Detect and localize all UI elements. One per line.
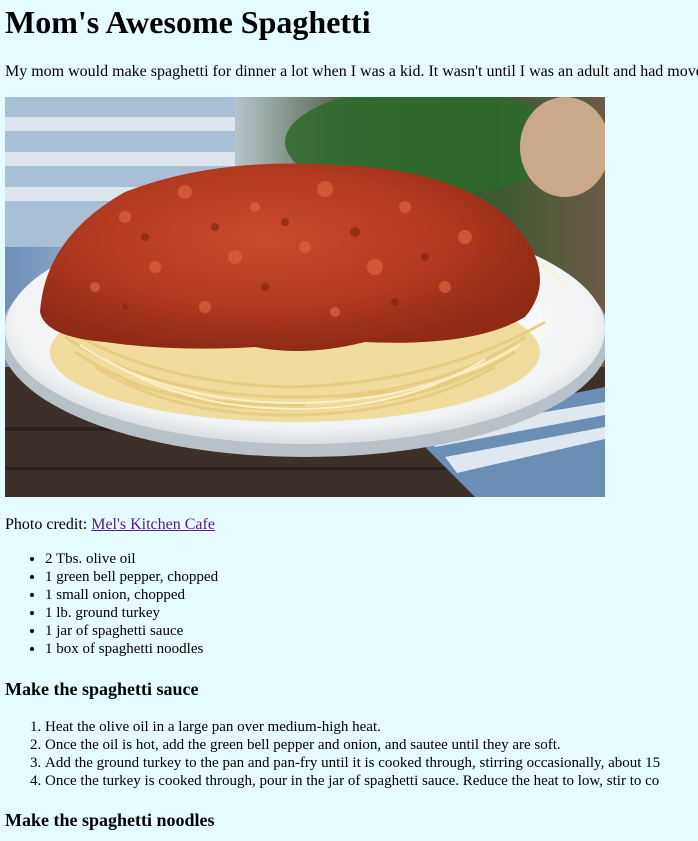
sauce-step: Once the oil is hot, add the green bell … [45, 736, 698, 754]
page-title: Mom's Awesome Spaghetti [5, 4, 371, 40]
sauce-heading: Make the spaghetti sauce [5, 679, 199, 699]
ingredient-item: 1 lb. ground turkey [45, 604, 218, 622]
sauce-step: Heat the olive oil in a large pan over m… [45, 718, 698, 736]
noodles-heading: Make the spaghetti noodles [5, 810, 215, 830]
ingredient-item: 1 small onion, chopped [45, 586, 218, 604]
photo-credit: Photo credit: Mel's Kitchen Cafe [5, 516, 215, 534]
sauce-steps-list: Heat the olive oil in a large pan over m… [5, 718, 698, 790]
ingredient-item: 1 green bell pepper, chopped [45, 568, 218, 586]
sauce-step: Add the ground turkey to the pan and pan… [45, 754, 698, 772]
photo-credit-link[interactable]: Mel's Kitchen Cafe [91, 516, 215, 533]
ingredient-item: 2 Tbs. olive oil [45, 550, 218, 568]
intro-paragraph: My mom would make spaghetti for dinner a… [5, 63, 698, 80]
sauce-step: Once the turkey is cooked through, pour … [45, 772, 698, 790]
ingredient-item: 1 jar of spaghetti sauce [45, 622, 218, 640]
ingredient-item: 1 box of spaghetti noodles [45, 640, 218, 658]
photo-credit-label: Photo credit: [5, 516, 92, 533]
spaghetti-photo [5, 97, 605, 497]
ingredients-list: 2 Tbs. olive oil 1 green bell pepper, ch… [5, 550, 218, 658]
